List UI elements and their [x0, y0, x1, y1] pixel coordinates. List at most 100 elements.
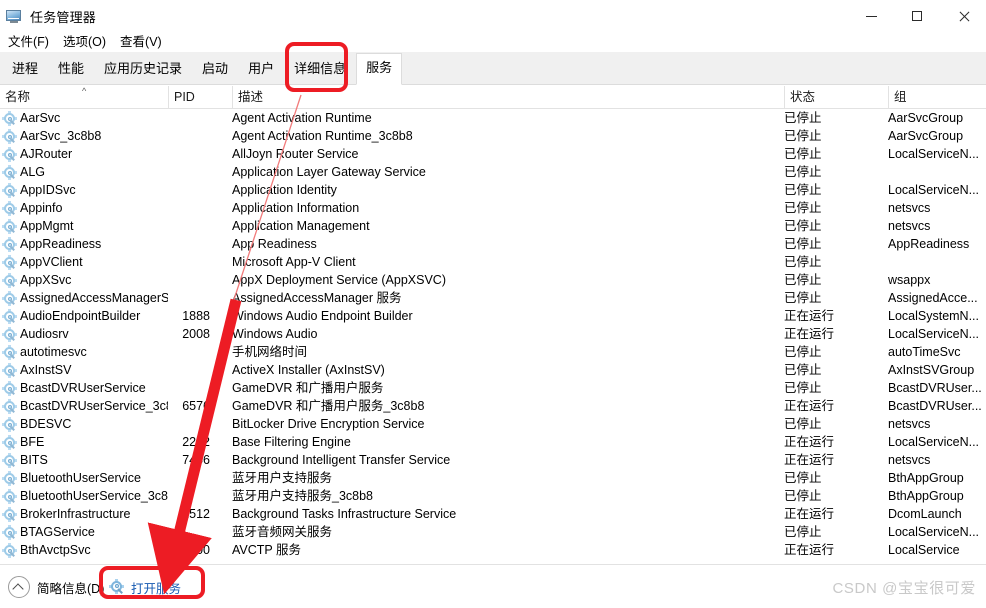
table-row[interactable]: BrokerInfrastructure 1512 Background Tasks…: [0, 505, 986, 523]
cell-service-name: BcastDVRUserService: [20, 381, 146, 395]
service-gear-icon: [2, 255, 17, 270]
cell-service-description: AllJoyn Router Service: [232, 147, 359, 161]
tab-services[interactable]: 服务: [356, 53, 403, 85]
table-row[interactable]: ALG Application Layer Gateway Service 已停止: [0, 163, 986, 181]
fewer-details-button[interactable]: 简略信息(D): [8, 575, 104, 599]
window-controls: [848, 0, 986, 32]
cell-service-status: 已停止: [784, 381, 822, 395]
service-gear-icon: [2, 237, 17, 252]
cell-service-name: autotimesvc: [20, 345, 87, 359]
open-services-button[interactable]: 打开服务: [109, 575, 182, 599]
tab-startup[interactable]: 启动: [192, 54, 238, 85]
sort-ascending-icon: ^: [82, 86, 87, 96]
task-manager-icon: [6, 9, 23, 24]
cell-service-group: [888, 163, 986, 181]
cell-service-group: LocalService: [888, 543, 960, 557]
cell-service-pid: [168, 469, 222, 487]
table-row[interactable]: Appinfo Application Information 已停止 netsvcs: [0, 199, 986, 217]
cell-service-name: AssignedAccessManagerS...: [20, 291, 168, 305]
table-row[interactable]: AarSvc_3c8b8 Agent Activation Runtime_3c8…: [0, 127, 986, 145]
table-row[interactable]: BluetoothUserService_3c8... 蓝牙用户支持服务_3c8b…: [0, 487, 986, 505]
table-row[interactable]: AudioEndpointBuilder 1888 Windows Audio En…: [0, 307, 986, 325]
minimize-icon: [865, 15, 877, 17]
column-header-group[interactable]: 组: [888, 86, 986, 108]
table-row[interactable]: AppMgmt Application Management 已停止 netsvcs: [0, 217, 986, 235]
cell-service-name: AarSvc: [20, 111, 61, 125]
cell-service-description: Agent Activation Runtime: [232, 111, 372, 125]
cell-service-status: 已停止: [784, 525, 822, 539]
cell-service-pid: [168, 271, 222, 289]
cell-service-name: AarSvc_3c8b8: [20, 129, 102, 143]
column-header-name[interactable]: 名称 ^: [0, 86, 168, 108]
services-list[interactable]: AarSvc Agent Activation Runtime 已停止 AarSvcG…: [0, 109, 986, 564]
table-row[interactable]: autotimesvc 手机网络时间 已停止 autoTimeSvc: [0, 343, 986, 361]
cell-service-pid: [168, 235, 222, 253]
cell-service-group: LocalServiceN...: [888, 327, 980, 341]
table-row[interactable]: AppIDSvc Application Identity 已停止 LocalServ…: [0, 181, 986, 199]
cell-service-description: GameDVR 和广播用户服务: [232, 381, 384, 395]
cell-service-pid: [168, 109, 222, 127]
tab-processes[interactable]: 进程: [2, 54, 48, 85]
title-bar: 任务管理器: [0, 0, 986, 32]
cell-service-status: 已停止: [784, 147, 822, 161]
service-gear-icon: [2, 111, 17, 126]
table-row[interactable]: AJRouter AllJoyn Router Service 已停止 LocalSe…: [0, 145, 986, 163]
maximize-button[interactable]: [894, 0, 940, 32]
cell-service-status: 已停止: [784, 345, 822, 359]
close-button[interactable]: [940, 0, 986, 32]
cell-service-pid: 1888: [182, 309, 210, 323]
table-row[interactable]: BthAvctpSvc 8700 AVCTP 服务 正在运行 LocalService: [0, 541, 986, 559]
menu-item-view[interactable]: 查看(V): [113, 30, 169, 52]
cell-service-name: Appinfo: [20, 201, 63, 215]
table-row[interactable]: AssignedAccessManagerS... AssignedAccessM…: [0, 289, 986, 307]
table-row[interactable]: AppXSvc AppX Deployment Service (AppXSVC)…: [0, 271, 986, 289]
cell-service-name: AppIDSvc: [20, 183, 76, 197]
fewer-details-label: 简略信息(D): [37, 581, 105, 596]
table-row[interactable]: BTAGService 蓝牙音频网关服务 已停止 LocalServiceN...: [0, 523, 986, 541]
cell-service-group: BcastDVRUser...: [888, 399, 982, 413]
column-header-status[interactable]: 状态: [784, 86, 888, 108]
task-manager-window: 任务管理器 文件(F) 选项(O) 查看(V) 进程 性能 应用历史记录 启动 …: [0, 0, 986, 608]
tab-performance[interactable]: 性能: [48, 54, 94, 85]
minimize-button[interactable]: [848, 0, 894, 32]
table-row[interactable]: AxInstSV ActiveX Installer (AxInstSV) 已停止 A…: [0, 361, 986, 379]
table-header-row: 名称 ^ PID 描述 状态 组: [0, 86, 986, 109]
column-header-name-label: 名称: [5, 90, 31, 104]
cell-service-name: BluetoothUserService_3c8...: [20, 489, 168, 503]
cell-service-pid: [168, 289, 222, 307]
open-services-label: 打开服务: [131, 581, 182, 596]
cell-service-group: netsvcs: [888, 417, 931, 431]
service-gear-icon: [2, 273, 17, 288]
table-row[interactable]: BluetoothUserService 蓝牙用户支持服务 已停止 BthAppGro…: [0, 469, 986, 487]
cell-service-group: AxInstSVGroup: [888, 363, 975, 377]
table-row[interactable]: BFE 2252 Base Filtering Engine 正在运行 LocalSer…: [0, 433, 986, 451]
table-row[interactable]: BITS 7456 Background Intelligent Transfer …: [0, 451, 986, 469]
column-header-pid[interactable]: PID: [168, 86, 232, 108]
table-row[interactable]: AarSvc Agent Activation Runtime 已停止 AarSvcG…: [0, 109, 986, 127]
services-gear-icon: [109, 578, 125, 595]
menu-item-file[interactable]: 文件(F): [1, 30, 56, 52]
table-row[interactable]: AppVClient Microsoft App-V Client 已停止: [0, 253, 986, 271]
cell-service-status: 已停止: [784, 219, 822, 233]
tab-users[interactable]: 用户: [238, 54, 284, 85]
cell-service-description: Background Intelligent Transfer Service: [232, 453, 451, 467]
cell-service-group: LocalServiceN...: [888, 183, 980, 197]
cell-service-description: AVCTP 服务: [232, 543, 301, 557]
table-row[interactable]: AppReadiness App Readiness 已停止 AppReadiness: [0, 235, 986, 253]
cell-service-status: 已停止: [784, 471, 822, 485]
cell-service-status: 正在运行: [784, 453, 835, 467]
table-row[interactable]: BcastDVRUserService_3c8... 6576 GameDVR 和广…: [0, 397, 986, 415]
table-row[interactable]: BcastDVRUserService GameDVR 和广播用户服务 已停止 Bca…: [0, 379, 986, 397]
cell-service-status: 正在运行: [784, 543, 835, 557]
cell-service-status: 已停止: [784, 237, 822, 251]
tab-details[interactable]: 详细信息: [284, 54, 356, 85]
table-row[interactable]: BDESVC BitLocker Drive Encryption Service…: [0, 415, 986, 433]
column-header-description[interactable]: 描述: [232, 86, 784, 108]
cell-service-description: GameDVR 和广播用户服务_3c8b8: [232, 399, 425, 413]
cell-service-description: Application Management: [232, 219, 370, 233]
cell-service-description: AssignedAccessManager 服务: [232, 291, 402, 305]
cell-service-name: AudioEndpointBuilder: [20, 309, 141, 323]
table-row[interactable]: Audiosrv 2008 Windows Audio 正在运行 LocalServic…: [0, 325, 986, 343]
menu-item-options[interactable]: 选项(O): [56, 30, 113, 52]
tab-app-history[interactable]: 应用历史记录: [94, 54, 192, 85]
